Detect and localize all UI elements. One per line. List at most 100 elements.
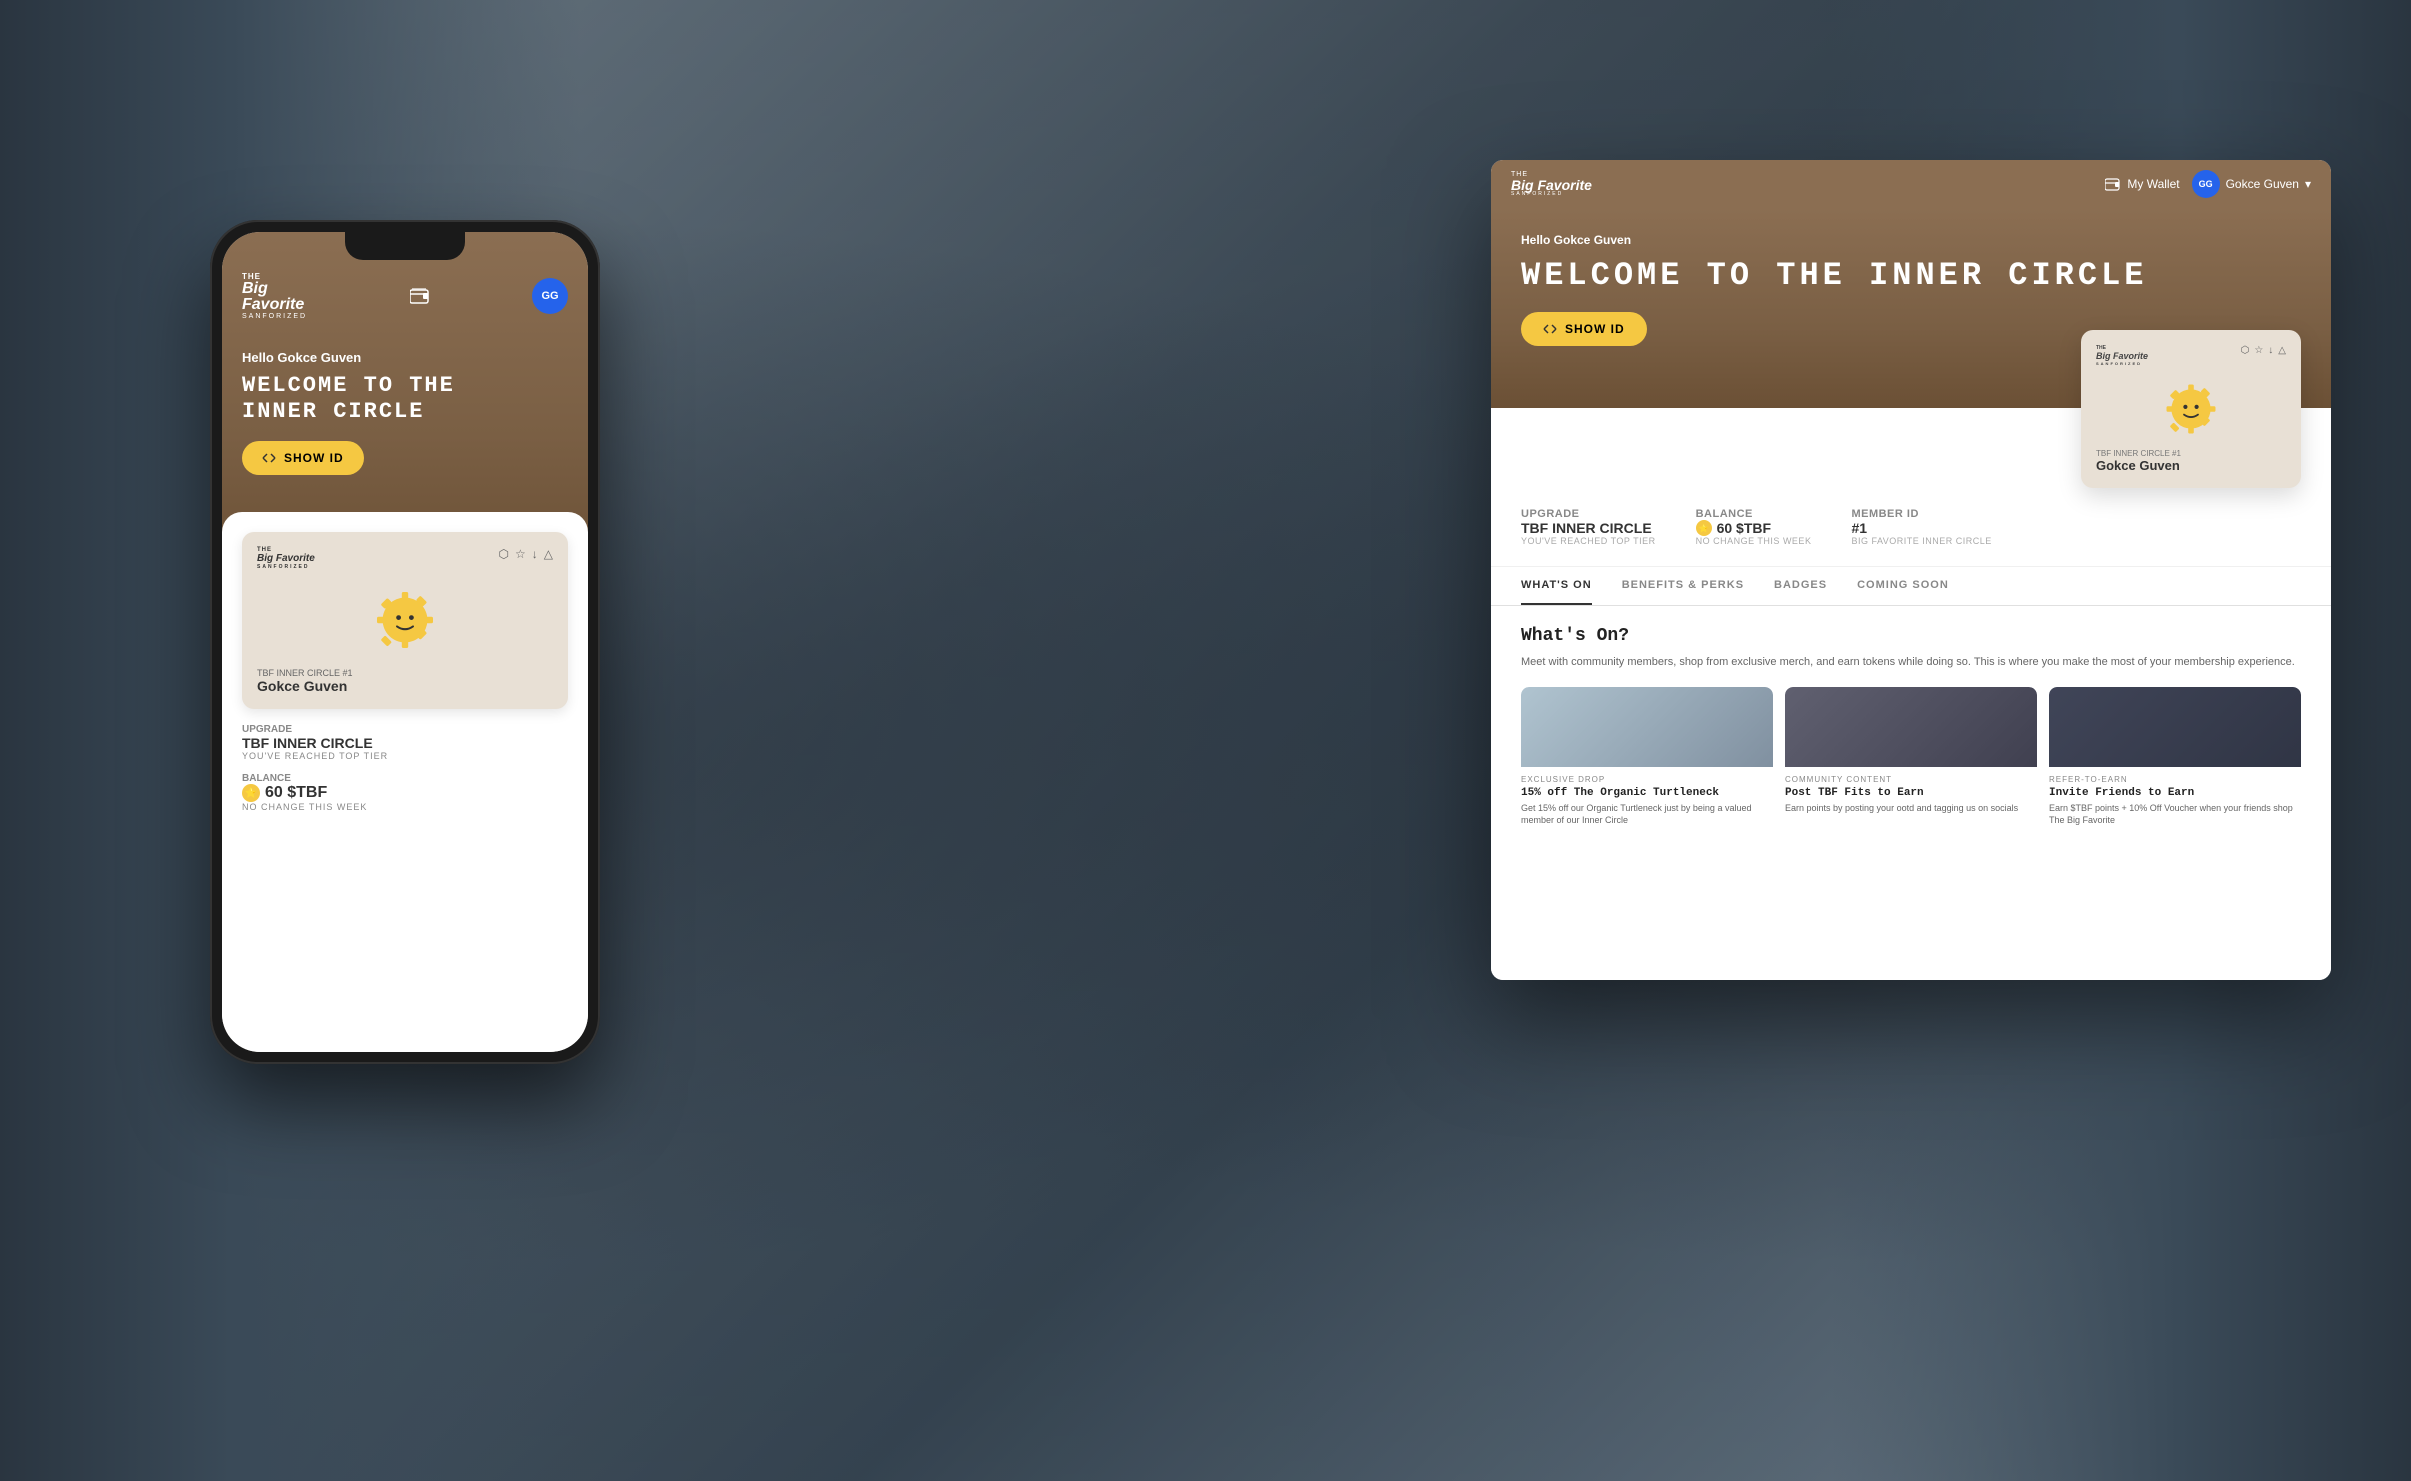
browser-wallet-button[interactable]: My Wallet [2105, 177, 2179, 191]
stat-member-value: #1 [1851, 520, 1991, 536]
phone-logo-favorite: Favorite [242, 297, 307, 313]
browser-card-icon-3[interactable]: ↓ [2268, 345, 2273, 366]
phone-logo-big: Big [242, 281, 307, 297]
phone-upgrade-title: TBF INNER CIRCLE [242, 735, 568, 751]
content-card-1-tag: EXCLUSIVE DROP [1521, 775, 1773, 784]
phone-logo-san: SANFORIZED [242, 313, 307, 320]
phone-balance-label: Balance [242, 773, 568, 784]
content-card-2-image [1785, 687, 2037, 767]
stat-member: Member ID #1 BIG FAVORITE INNER CIRCLE [1851, 508, 1991, 546]
phone-notch [345, 232, 465, 260]
browser-hero: Hello Gokce Guven WELCOME TO THE INNER C… [1491, 208, 2331, 408]
content-card-2-body: COMMUNITY CONTENT Post TBF Fits to Earn … [1785, 767, 2037, 823]
phone-card-header: THE Big Favorite SANFORIZED ⬡ ☆ ↓ △ [257, 547, 553, 570]
content-card-2-desc: Earn points by posting your ootd and tag… [1785, 802, 2037, 815]
browser-user-button[interactable]: GG Gokce Guven ▾ [2192, 170, 2311, 198]
phone-hero-text: Hello Gokce Guven WELCOME TO THE INNER C… [222, 330, 588, 426]
browser-dropdown-icon: ▾ [2305, 177, 2311, 191]
browser-card-icons: ⬡ ☆ ↓ △ [2241, 345, 2286, 366]
phone-upgrade-section: Upgrade TBF INNER CIRCLE YOU'VE REACHED … [242, 724, 568, 761]
stat-coin-icon: ⭐ [1696, 520, 1712, 536]
tab-badges[interactable]: BADGES [1774, 567, 1827, 605]
phone-card-section: THE Big Favorite SANFORIZED ⬡ ☆ ↓ △ [222, 512, 588, 1052]
phone-sun-icon [365, 580, 445, 660]
stat-balance-label: Balance [1696, 508, 1812, 520]
content-card-3-title: Invite Friends to Earn [2049, 787, 2301, 799]
phone-welcome-title: WELCOME TO THE INNER CIRCLE [242, 373, 568, 426]
phone-upgrade-sub: YOU'VE REACHED TOP TIER [242, 751, 568, 761]
browser-sun-icon [2156, 374, 2226, 444]
content-card-2: COMMUNITY CONTENT Post TBF Fits to Earn … [1785, 687, 2037, 835]
whats-on-title: What's On? [1521, 626, 2301, 646]
phone-balance-section: Balance ⭐ 60 $TBF NO CHANGE THIS WEEK [242, 773, 568, 812]
tab-coming-soon[interactable]: COMING SOON [1857, 567, 1949, 605]
browser-card-header: THE Big Favorite SANFORIZED ⬡ ☆ ↓ △ [2096, 345, 2286, 366]
content-card-1-body: EXCLUSIVE DROP 15% off The Organic Turtl… [1521, 767, 1773, 835]
stat-upgrade-value: TBF INNER CIRCLE [1521, 520, 1656, 536]
tab-whats-on[interactable]: WHAT'S ON [1521, 567, 1592, 605]
browser-content: Upgrade TBF INNER CIRCLE YOU'VE REACHED … [1491, 488, 2331, 980]
browser-card-icon-4[interactable]: △ [2278, 345, 2286, 366]
browser-show-id-button[interactable]: SHOW ID [1521, 312, 1647, 346]
browser-card-name: Gokce Guven [2096, 458, 2286, 473]
content-card-1-image [1521, 687, 1773, 767]
content-card-2-tag: COMMUNITY CONTENT [1785, 775, 2037, 784]
stat-upgrade-label: Upgrade [1521, 508, 1656, 520]
stat-member-label: Member ID [1851, 508, 1991, 520]
phone-star-icon: ⭐ [242, 784, 260, 802]
content-card-2-title: Post TBF Fits to Earn [1785, 787, 2037, 799]
browser-user-avatar: GG [2192, 170, 2220, 198]
phone-card-download-icon[interactable]: ↓ [532, 547, 538, 561]
stat-balance-value: ⭐ 60 $TBF [1696, 520, 1812, 536]
phone-hello: Hello Gokce Guven [242, 350, 568, 365]
phone-card-tier: TBF INNER CIRCLE #1 [257, 668, 553, 678]
browser-logo-big: Big Favorite [1511, 178, 1592, 192]
browser-welcome-title: WELCOME TO THE INNER CIRCLE [1521, 257, 2301, 294]
content-card-3-desc: Earn $TBF points + 10% Off Voucher when … [2049, 802, 2301, 827]
browser-hello: Hello Gokce Guven [1521, 233, 2301, 247]
tab-benefits[interactable]: BENEFITS & PERKS [1622, 567, 1744, 605]
browser-card-tier: TBF INNER CIRCLE #1 [2096, 449, 2286, 458]
phone-card-name: Gokce Guven [257, 678, 553, 694]
phone-wallet-icon[interactable] [404, 280, 436, 312]
phone-logo: THE Big Favorite SANFORIZED [242, 272, 307, 320]
tabs-row: WHAT'S ON BENEFITS & PERKS BADGES COMING… [1491, 567, 2331, 606]
stat-balance: Balance ⭐ 60 $TBF NO CHANGE THIS WEEK [1696, 508, 1812, 546]
phone-card-warning-icon[interactable]: △ [544, 547, 553, 561]
browser-card-icon-1[interactable]: ⬡ [2241, 345, 2250, 366]
browser-card-logo: THE Big Favorite SANFORIZED [2096, 345, 2148, 366]
stat-member-sub: BIG FAVORITE INNER CIRCLE [1851, 536, 1991, 546]
phone-balance-value: ⭐ 60 $TBF [242, 784, 568, 802]
phone-card-share-icon[interactable]: ⬡ [499, 547, 509, 561]
content-card-3-image [2049, 687, 2301, 767]
phone-card-logo: THE Big Favorite SANFORIZED [257, 547, 315, 570]
content-card-1-title: 15% off The Organic Turtleneck [1521, 787, 1773, 799]
content-card-1: EXCLUSIVE DROP 15% off The Organic Turtl… [1521, 687, 1773, 835]
phone-upgrade-label: Upgrade [242, 724, 568, 735]
stat-upgrade-sub: YOU'VE REACHED TOP TIER [1521, 536, 1656, 546]
desktop-mockup: THE Big Favorite SANFORIZED My Wallet GG [1491, 160, 2331, 980]
phone-loyalty-card: THE Big Favorite SANFORIZED ⬡ ☆ ↓ △ [242, 532, 568, 709]
browser-loyalty-card: THE Big Favorite SANFORIZED ⬡ ☆ ↓ △ [2081, 330, 2301, 488]
phone-show-id-button[interactable]: SHOW ID [242, 441, 364, 475]
browser-frame: THE Big Favorite SANFORIZED My Wallet GG [1491, 160, 2331, 980]
stat-balance-change: NO CHANGE THIS WEEK [1696, 536, 1812, 546]
content-card-3-body: REFER-TO-EARN Invite Friends to Earn Ear… [2049, 767, 2301, 835]
content-cards-grid: EXCLUSIVE DROP 15% off The Organic Turtl… [1521, 687, 2301, 835]
phone-balance-change: NO CHANGE THIS WEEK [242, 802, 568, 812]
phone-card-icons: ⬡ ☆ ↓ △ [499, 547, 553, 561]
whats-on-section: What's On? Meet with community members, … [1491, 606, 2331, 855]
browser-nav-right: My Wallet GG Gokce Guven ▾ [2105, 170, 2311, 198]
phone-avatar[interactable]: GG [532, 278, 568, 314]
phone-card-star-icon[interactable]: ☆ [515, 547, 526, 561]
phone-screen: THE Big Favorite SANFORIZED GG [222, 232, 588, 1052]
browser-logo-san: SANFORIZED [1511, 192, 1592, 197]
whats-on-description: Meet with community members, shop from e… [1521, 654, 2301, 671]
browser-logo: THE Big Favorite SANFORIZED [1511, 171, 1592, 197]
browser-card-icon-2[interactable]: ☆ [2254, 345, 2263, 366]
browser-nav: THE Big Favorite SANFORIZED My Wallet GG [1491, 160, 2331, 208]
phone-frame: THE Big Favorite SANFORIZED GG [210, 220, 600, 1064]
content-card-1-desc: Get 15% off our Organic Turtleneck just … [1521, 802, 1773, 827]
content-card-3: REFER-TO-EARN Invite Friends to Earn Ear… [2049, 687, 2301, 835]
stats-row: Upgrade TBF INNER CIRCLE YOU'VE REACHED … [1491, 488, 2331, 567]
